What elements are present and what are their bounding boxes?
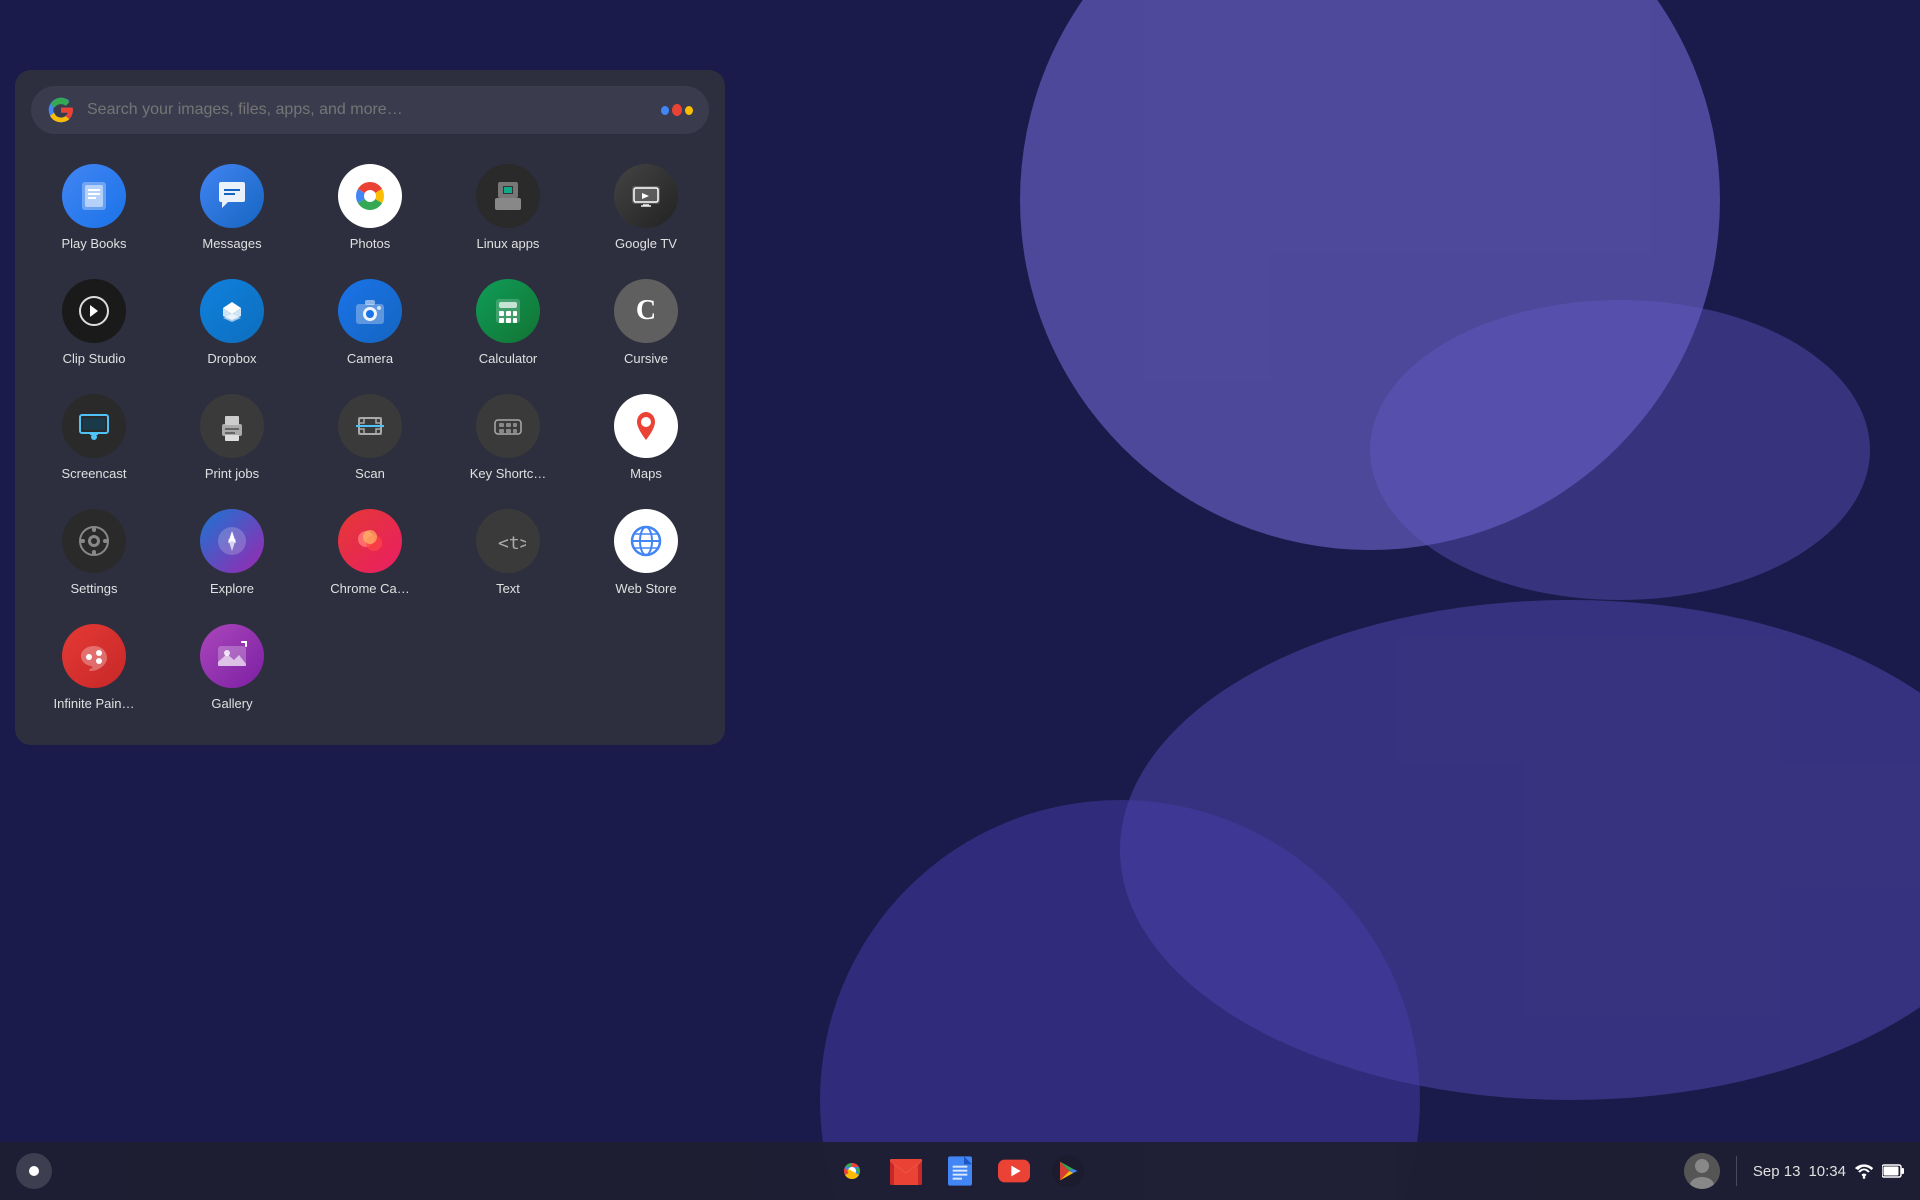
cursive-label: Cursive [624, 351, 668, 366]
battery-icon [1882, 1164, 1904, 1178]
maps-label: Maps [630, 466, 662, 481]
cursive-icon: C [614, 279, 678, 343]
app-item-gallery[interactable]: Gallery [163, 610, 301, 725]
photos-label: Photos [350, 236, 390, 251]
dropbox-label: Dropbox [207, 351, 256, 366]
gmail-icon [890, 1155, 922, 1187]
app-launcher: Play Books Messages Photos Linux apps Google… [15, 70, 725, 745]
settings-label: Settings [71, 581, 118, 596]
app-item-print-jobs[interactable]: Print jobs [163, 380, 301, 495]
scan-label: Scan [355, 466, 385, 481]
docs-icon [944, 1155, 976, 1187]
taskbar-gmail[interactable] [884, 1149, 928, 1193]
app-item-camera[interactable]: Camera [301, 265, 439, 380]
app-item-text[interactable]: <t> Text [439, 495, 577, 610]
play-books-label: Play Books [61, 236, 126, 251]
photos-icon [338, 164, 402, 228]
app-item-photos[interactable]: Photos [301, 150, 439, 265]
tray-divider [1736, 1156, 1737, 1186]
gallery-icon [200, 624, 264, 688]
explore-label: Explore [210, 581, 254, 596]
clip-studio-label: Clip Studio [63, 351, 126, 366]
taskbar-play[interactable] [1046, 1149, 1090, 1193]
chrome-canvas-label: Chrome Ca… [330, 581, 409, 596]
google-logo-icon [47, 96, 75, 124]
print-jobs-icon [200, 394, 264, 458]
taskbar-youtube[interactable] [992, 1149, 1036, 1193]
app-item-dropbox[interactable]: Dropbox [163, 265, 301, 380]
taskbar-left [16, 1153, 52, 1189]
camera-label: Camera [347, 351, 393, 366]
taskbar-chrome[interactable] [830, 1149, 874, 1193]
play-books-icon [62, 164, 126, 228]
chrome-icon [836, 1155, 868, 1187]
app-item-chrome-canvas[interactable]: Chrome Ca… [301, 495, 439, 610]
youtube-icon [998, 1155, 1030, 1187]
web-store-label: Web Store [615, 581, 676, 596]
apps-grid: Play Books Messages Photos Linux apps Google… [15, 150, 725, 725]
search-bar[interactable] [31, 86, 709, 134]
messages-label: Messages [202, 236, 261, 251]
screencast-icon [62, 394, 126, 458]
text-label: Text [496, 581, 520, 596]
settings-icon [62, 509, 126, 573]
search-input[interactable] [87, 101, 649, 119]
play-icon [1052, 1155, 1084, 1187]
launcher-dot [29, 1166, 39, 1176]
key-shortcuts-label: Key Shortc… [470, 466, 547, 481]
avatar[interactable] [1684, 1153, 1720, 1189]
svg-text:<t>: <t> [498, 533, 526, 554]
screencast-label: Screencast [61, 466, 126, 481]
google-assistant-icon[interactable] [661, 100, 693, 120]
linux-apps-icon [476, 164, 540, 228]
taskbar: Sep 13 10:34 [0, 1142, 1920, 1200]
app-item-scan[interactable]: Scan [301, 380, 439, 495]
maps-icon [614, 394, 678, 458]
infinite-paint-icon [62, 624, 126, 688]
app-item-linux-apps[interactable]: Linux apps [439, 150, 577, 265]
gallery-label: Gallery [211, 696, 252, 711]
calculator-label: Calculator [479, 351, 538, 366]
app-item-cursive[interactable]: C Cursive [577, 265, 715, 380]
taskbar-docs[interactable] [938, 1149, 982, 1193]
app-item-screencast[interactable]: Screencast [25, 380, 163, 495]
calculator-icon [476, 279, 540, 343]
taskbar-center [830, 1149, 1090, 1193]
clip-studio-icon [62, 279, 126, 343]
google-tv-label: Google TV [615, 236, 677, 251]
app-item-maps[interactable]: Maps [577, 380, 715, 495]
scan-icon [338, 394, 402, 458]
explore-icon [200, 509, 264, 573]
app-item-key-shortcuts[interactable]: Key Shortc… [439, 380, 577, 495]
google-tv-icon [614, 164, 678, 228]
app-item-settings[interactable]: Settings [25, 495, 163, 610]
taskbar-right: Sep 13 10:34 [1684, 1153, 1904, 1189]
app-item-infinite-paint[interactable]: Infinite Pain… [25, 610, 163, 725]
infinite-paint-label: Infinite Pain… [54, 696, 135, 711]
messages-icon [200, 164, 264, 228]
date-display: Sep 13 [1753, 1163, 1801, 1180]
camera-icon [338, 279, 402, 343]
launcher-button[interactable] [16, 1153, 52, 1189]
print-jobs-label: Print jobs [205, 466, 259, 481]
key-shortcuts-icon [476, 394, 540, 458]
app-item-play-books[interactable]: Play Books [25, 150, 163, 265]
text-icon: <t> [476, 509, 540, 573]
web-store-icon [614, 509, 678, 573]
app-item-clip-studio[interactable]: Clip Studio [25, 265, 163, 380]
app-item-google-tv[interactable]: Google TV [577, 150, 715, 265]
dropbox-icon [200, 279, 264, 343]
wifi-icon [1854, 1161, 1874, 1181]
time-display: 10:34 [1808, 1163, 1846, 1180]
app-item-calculator[interactable]: Calculator [439, 265, 577, 380]
chrome-canvas-icon [338, 509, 402, 573]
app-item-explore[interactable]: Explore [163, 495, 301, 610]
app-item-messages[interactable]: Messages [163, 150, 301, 265]
system-tray[interactable]: Sep 13 10:34 [1753, 1161, 1904, 1181]
app-item-web-store[interactable]: Web Store [577, 495, 715, 610]
linux-apps-label: Linux apps [477, 236, 540, 251]
